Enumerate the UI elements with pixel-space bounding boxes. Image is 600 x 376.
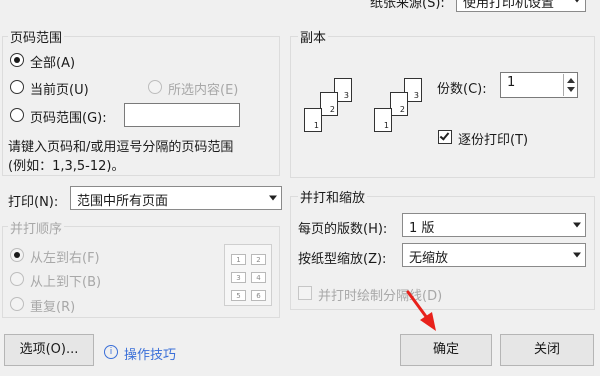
annotation-arrow-icon	[406, 290, 436, 331]
